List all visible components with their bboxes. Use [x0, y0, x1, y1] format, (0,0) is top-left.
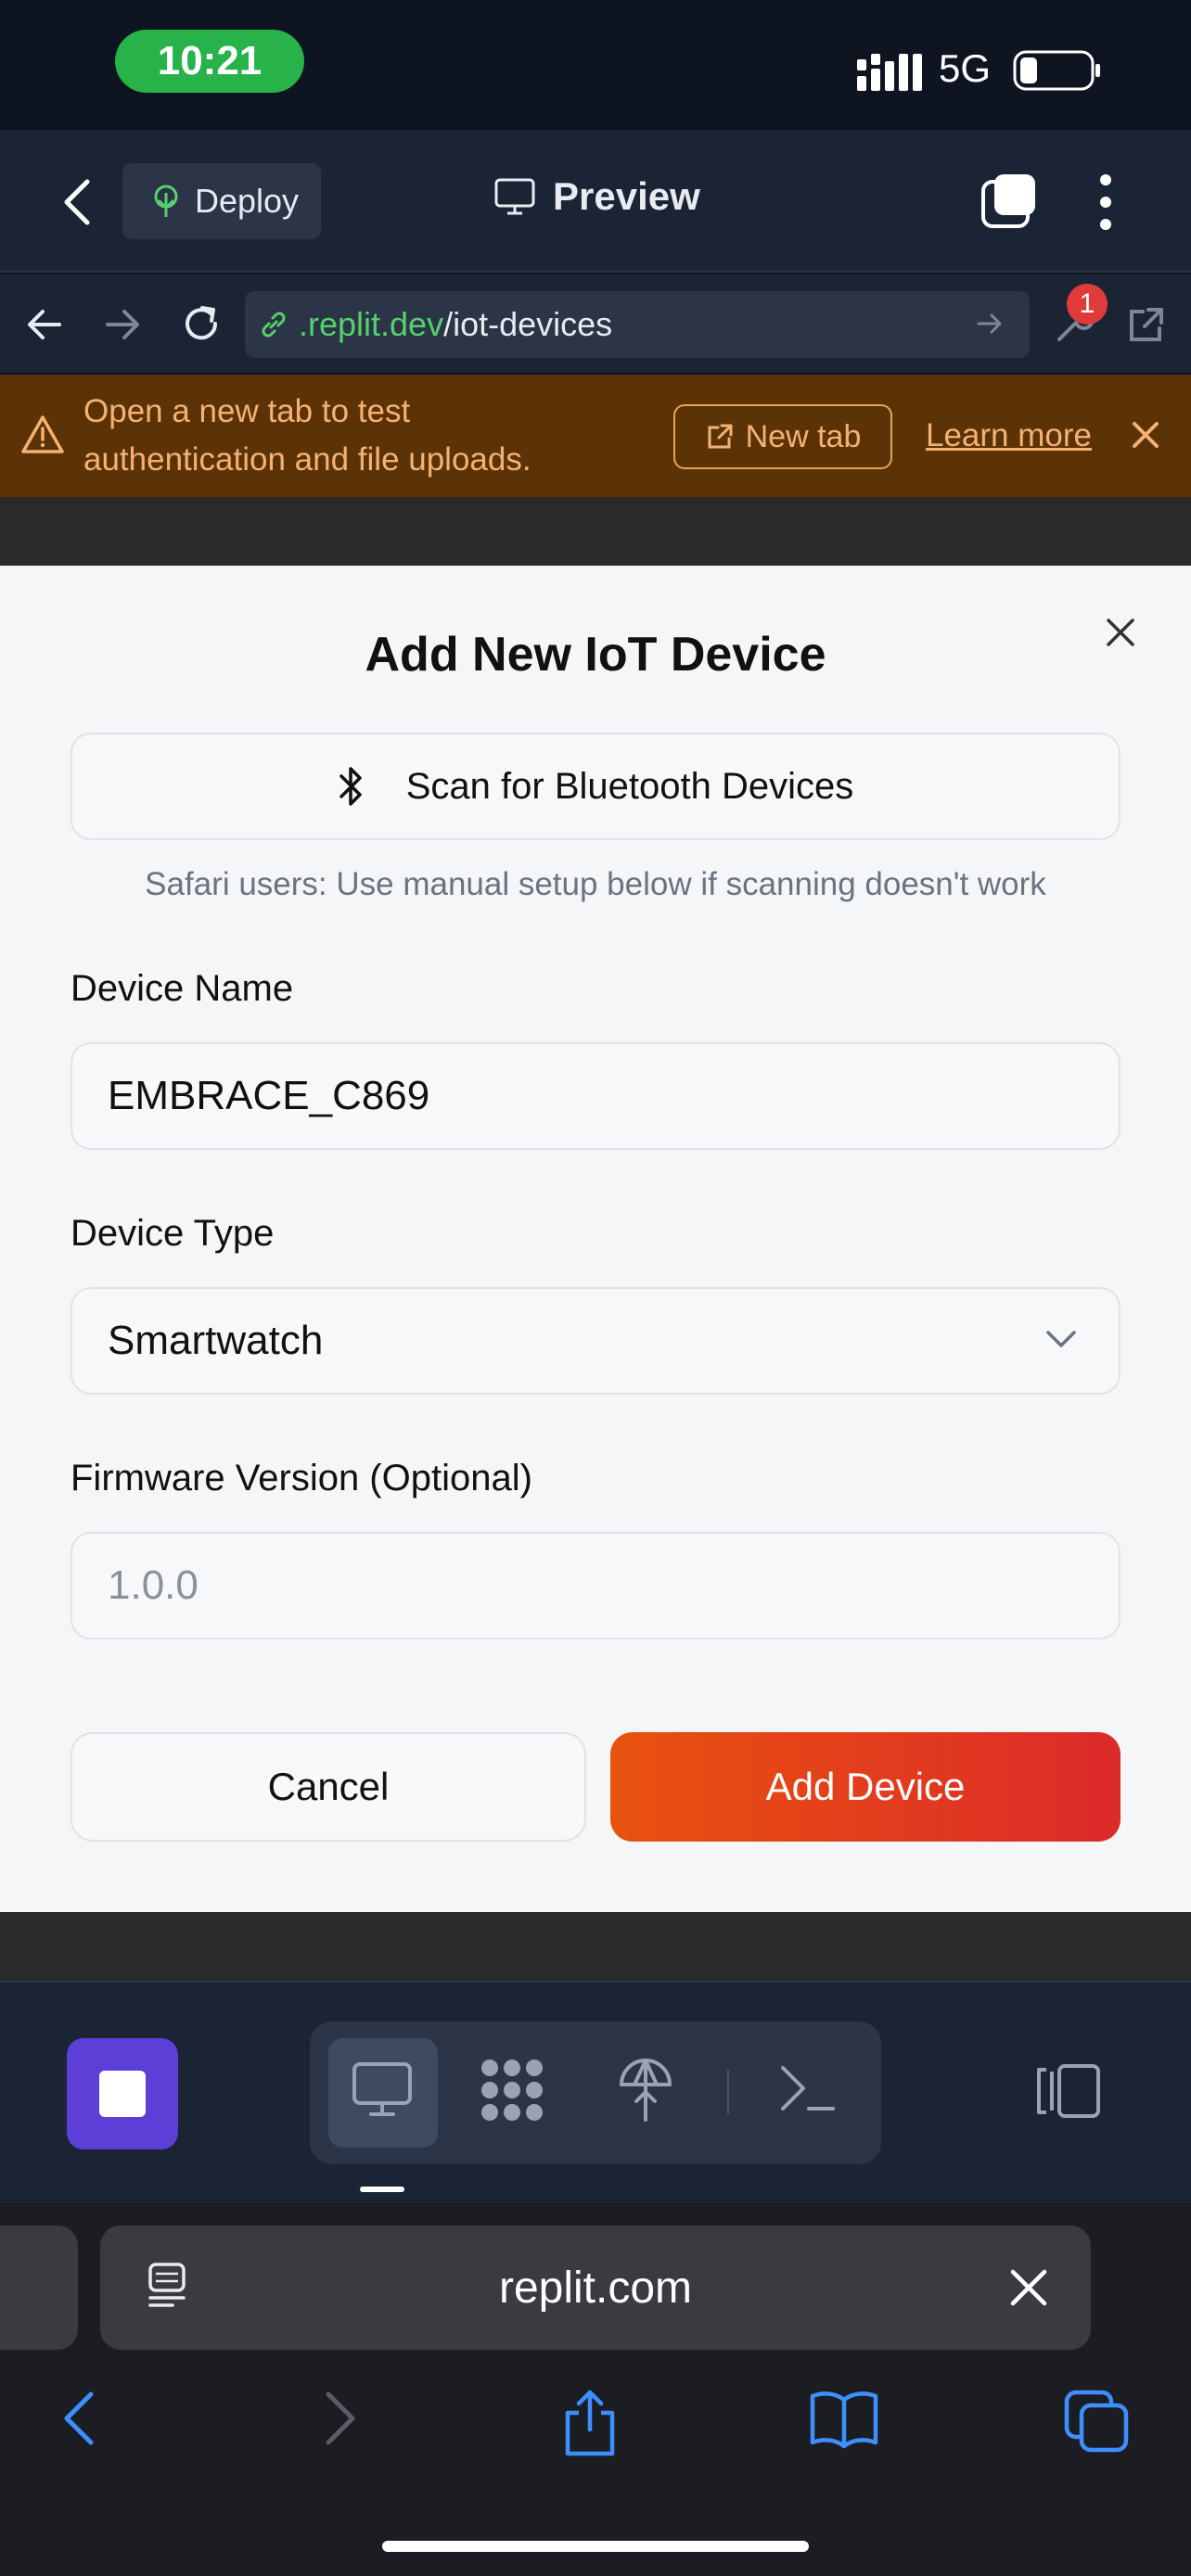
url-path: /iot-devices [443, 305, 613, 343]
battery-icon [1013, 50, 1102, 91]
device-name-label: Device Name [70, 968, 294, 1009]
previous-tab-preview[interactable] [0, 2225, 78, 2350]
tabs-overview-icon[interactable] [1063, 2389, 1130, 2454]
safari-forward-icon[interactable] [319, 2389, 360, 2448]
preview-label: Preview [553, 174, 700, 218]
shell-tool-icon[interactable] [777, 2060, 837, 2116]
add-device-button[interactable]: Add Device [610, 1732, 1121, 1842]
modal-title: Add New IoT Device [365, 628, 826, 682]
network-tool-icon[interactable] [618, 2057, 673, 2123]
tool-divider [727, 2070, 729, 2114]
go-arrow-icon[interactable] [976, 310, 1004, 338]
status-time: 10:21 [115, 30, 304, 93]
bookmarks-icon[interactable] [809, 2389, 879, 2450]
bluetooth-icon [338, 763, 365, 810]
new-tab-button[interactable]: New tab [673, 404, 892, 469]
clear-address-icon[interactable] [1007, 2266, 1050, 2309]
url-host: .replit.dev [299, 305, 444, 343]
webview-back-icon[interactable] [26, 306, 63, 343]
webview-url-field[interactable]: .replit.dev/iot-devices [245, 291, 1030, 358]
tabs-icon[interactable] [980, 171, 1039, 230]
external-link-icon[interactable] [1124, 304, 1167, 347]
preview-title: Preview [493, 174, 700, 219]
safari-note: Safari users: Use manual setup below if … [145, 866, 1046, 902]
close-icon[interactable] [1130, 419, 1161, 451]
safari-back-icon[interactable] [59, 2389, 100, 2448]
chevron-down-icon [1044, 1328, 1078, 1350]
device-name-value: EMBRACE_C869 [108, 1073, 430, 1118]
more-options-icon[interactable] [1095, 172, 1117, 232]
monitor-icon [493, 177, 536, 216]
firmware-input[interactable] [108, 1562, 1119, 1609]
signal-icon [857, 52, 924, 93]
active-tab-indicator [360, 2187, 404, 2192]
agent-tool-icon[interactable] [477, 2057, 547, 2123]
learn-more-link[interactable]: Learn more [926, 417, 1092, 454]
new-tab-label: New tab [745, 418, 862, 454]
banner-message: Open a new tab to test authentication an… [83, 393, 531, 478]
safari-address-text: replit.com [498, 2264, 693, 2313]
share-icon[interactable] [560, 2389, 620, 2457]
device-type-value: Smartwatch [108, 1318, 324, 1363]
warning-icon [20, 414, 65, 454]
layout-toggle-icon[interactable] [1035, 2062, 1102, 2120]
reload-icon[interactable] [180, 302, 223, 345]
deploy-label: Deploy [195, 182, 300, 220]
deploy-button[interactable]: Deploy [122, 163, 321, 239]
devtools-badge: 1 [1067, 284, 1108, 325]
firmware-label: Firmware Version (Optional) [70, 1458, 532, 1498]
device-name-field[interactable]: EMBRACE_C869 [70, 1042, 1121, 1150]
scan-label: Scan for Bluetooth Devices [405, 765, 854, 807]
firmware-field[interactable] [70, 1532, 1121, 1639]
back-chevron-icon[interactable] [59, 176, 96, 228]
network-type: 5G [939, 46, 992, 90]
preview-tool-icon[interactable] [351, 2060, 414, 2120]
link-icon [258, 309, 289, 340]
scan-bluetooth-button[interactable]: Scan for Bluetooth Devices [70, 733, 1121, 840]
device-type-select[interactable]: Smartwatch [70, 1287, 1121, 1395]
home-indicator [382, 2541, 809, 2552]
external-link-icon [705, 422, 735, 452]
stop-icon [99, 2071, 146, 2117]
stop-button[interactable] [67, 2038, 178, 2149]
webview-forward-icon[interactable] [104, 306, 141, 343]
device-type-label: Device Type [70, 1213, 275, 1254]
cancel-button[interactable]: Cancel [70, 1732, 586, 1842]
deploy-icon [150, 184, 182, 219]
